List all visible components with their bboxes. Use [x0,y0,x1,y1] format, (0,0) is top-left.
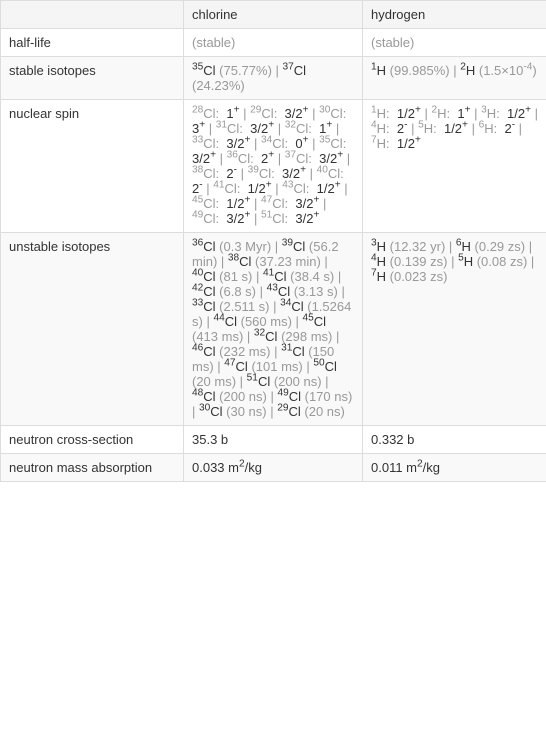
neutron-mass-absorption-chlorine: 0.033 m2/kg [184,454,363,482]
header-chlorine: chlorine [184,1,363,29]
unstable-isotopes-chlorine: 36Cl (0.3 Myr) | 39Cl (56.2 min) | 38Cl … [184,233,363,426]
label-half-life: half-life [1,29,184,57]
label-nuclear-spin: nuclear spin [1,100,184,233]
unstable-isotopes-hydrogen: 3H (12.32 yr) | 6H (0.29 zs) | 4H (0.139… [363,233,546,426]
label-neutron-cross-section: neutron cross-section [1,426,184,454]
row-nuclear-spin: nuclear spin 28Cl: 1+ | 29Cl: 3/2+ | 30C… [1,100,546,233]
neutron-cross-section-hydrogen: 0.332 b [363,426,546,454]
header-hydrogen: hydrogen [363,1,546,29]
header-blank [1,1,184,29]
table-header-row: chlorine hydrogen [1,1,546,29]
neutron-mass-absorption-hydrogen: 0.011 m2/kg [363,454,546,482]
half-life-chlorine: (stable) [184,29,363,57]
row-stable-isotopes: stable isotopes 35Cl (75.77%) | 37Cl (24… [1,57,546,100]
row-half-life: half-life (stable) (stable) [1,29,546,57]
nuclear-spin-hydrogen: 1H: 1/2+ | 2H: 1+ | 3H: 1/2+ | 4H: 2- | … [363,100,546,233]
stable-isotopes-chlorine: 35Cl (75.77%) | 37Cl (24.23%) [184,57,363,100]
nuclear-spin-chlorine: 28Cl: 1+ | 29Cl: 3/2+ | 30Cl: 3+ | 31Cl:… [184,100,363,233]
half-life-hydrogen: (stable) [363,29,546,57]
properties-table: chlorine hydrogen half-life (stable) (st… [0,0,546,482]
row-neutron-mass-absorption: neutron mass absorption 0.033 m2/kg 0.01… [1,454,546,482]
label-neutron-mass-absorption: neutron mass absorption [1,454,184,482]
neutron-cross-section-chlorine: 35.3 b [184,426,363,454]
stable-isotopes-hydrogen: 1H (99.985%) | 2H (1.5×10-4) [363,57,546,100]
row-unstable-isotopes: unstable isotopes 36Cl (0.3 Myr) | 39Cl … [1,233,546,426]
label-stable-isotopes: stable isotopes [1,57,184,100]
label-unstable-isotopes: unstable isotopes [1,233,184,426]
row-neutron-cross-section: neutron cross-section 35.3 b 0.332 b [1,426,546,454]
